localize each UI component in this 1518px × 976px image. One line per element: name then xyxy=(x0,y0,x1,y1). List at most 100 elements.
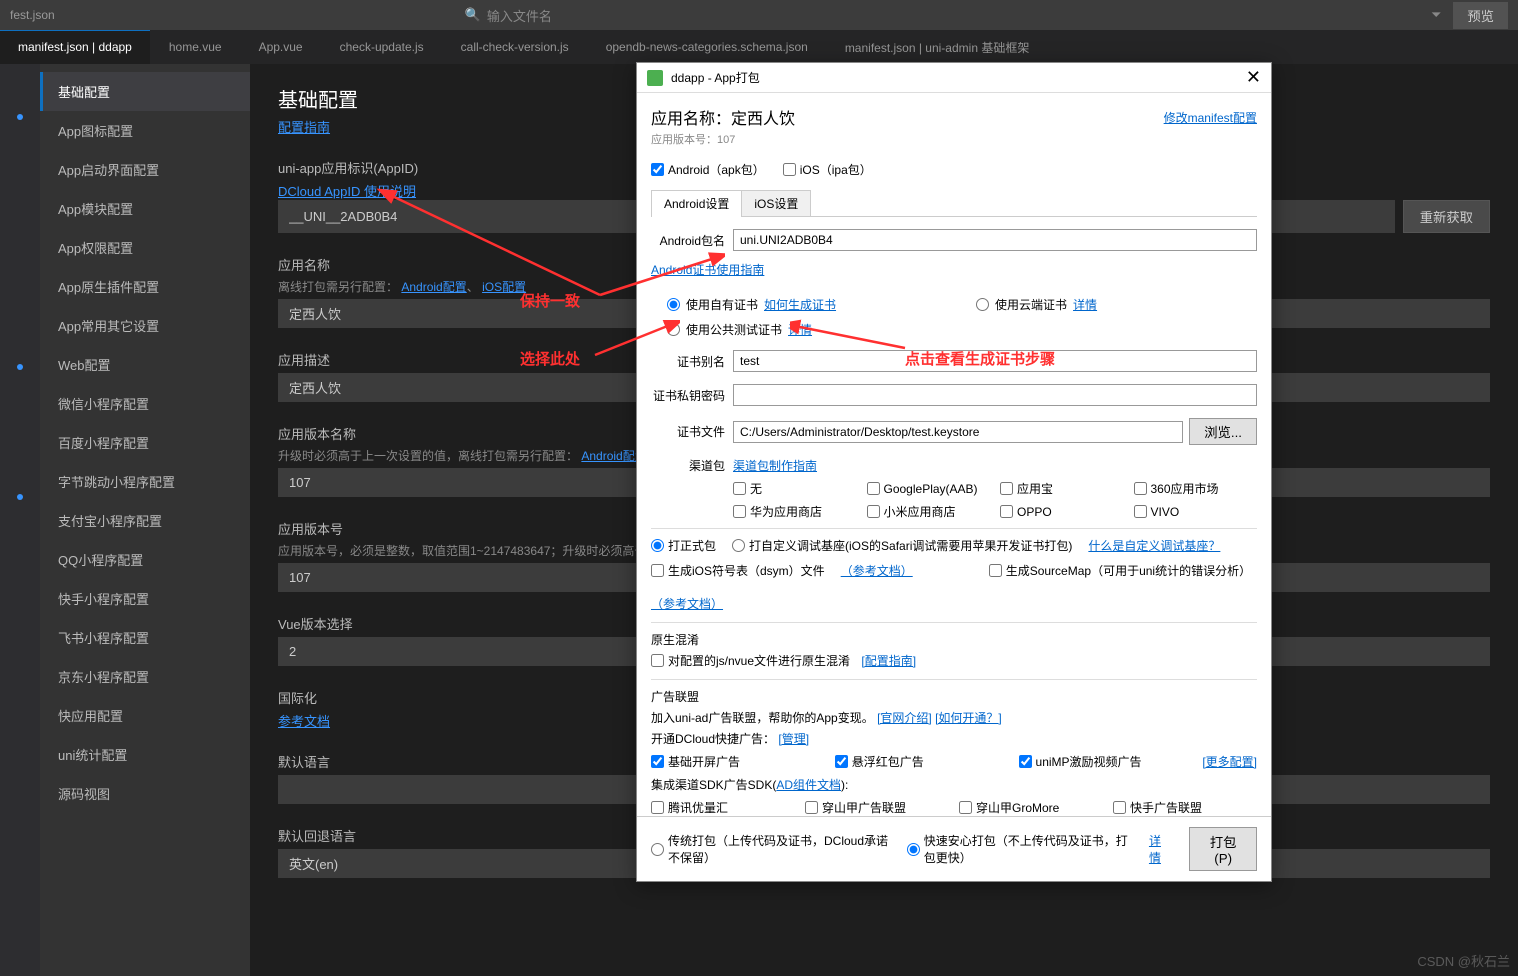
sdk-gromore[interactable]: 穿山甲GroMore xyxy=(959,799,1103,816)
dialog-titlebar: ddapp - App打包 ✕ xyxy=(637,63,1271,93)
sidebar-bytedance-mp[interactable]: 字节跳动小程序配置 xyxy=(40,462,250,501)
cert-guide-link[interactable]: Android证书使用指南 xyxy=(651,263,764,277)
tab-manifest-ddapp[interactable]: manifest.json | ddapp xyxy=(0,30,151,64)
tab-ios-settings[interactable]: iOS设置 xyxy=(741,190,811,216)
ch-360[interactable]: 360应用市场 xyxy=(1134,480,1258,497)
ad-manage-link[interactable]: [管理] xyxy=(778,732,809,746)
sidebar-app-permission[interactable]: App权限配置 xyxy=(40,228,250,267)
ch-xiaomi[interactable]: 小米应用商店 xyxy=(867,503,991,520)
native-obf-title: 原生混淆 xyxy=(651,631,1257,648)
sdk-tencent[interactable]: 腾讯优量汇 xyxy=(651,799,795,816)
i18n-ref-link[interactable]: 参考文档 xyxy=(278,714,330,729)
ch-none[interactable]: 无 xyxy=(733,480,857,497)
certfile-label: 证书文件 xyxy=(651,423,733,440)
ad-unimp-checkbox[interactable]: uniMP激励视频广告 xyxy=(1019,753,1193,770)
ch-huawei[interactable]: 华为应用商店 xyxy=(733,503,857,520)
ad-splash-checkbox[interactable]: 基础开屏广告 xyxy=(651,753,825,770)
gutter-dot xyxy=(17,494,23,500)
custom-base-radio[interactable]: 打自定义调试基座(iOS的Safari调试需要用苹果开发证书打包) xyxy=(732,537,1072,554)
tab-app-vue[interactable]: App.vue xyxy=(241,30,322,64)
channel-guide-link[interactable]: 渠道包制作指南 xyxy=(733,457,817,474)
ios-config-link[interactable]: iOS配置 xyxy=(482,280,526,294)
search-placeholder: 输入文件名 xyxy=(487,6,552,25)
manifest-link[interactable]: 修改manifest配置 xyxy=(1164,109,1257,126)
ad-dcloud-row: 开通DCloud快捷广告： [管理] xyxy=(651,730,1257,747)
ch-oppo[interactable]: OPPO xyxy=(1000,503,1124,520)
sidebar-qq-mp[interactable]: QQ小程序配置 xyxy=(40,540,250,579)
close-icon[interactable]: ✕ xyxy=(1246,67,1261,88)
sidebar-native-plugin[interactable]: App原生插件配置 xyxy=(40,267,250,306)
ch-vivo[interactable]: VIVO xyxy=(1134,503,1258,520)
sidebar-alipay-mp[interactable]: 支付宝小程序配置 xyxy=(40,501,250,540)
sdk-kuaishou[interactable]: 快手广告联盟 xyxy=(1113,799,1257,816)
gen-dsym-checkbox[interactable]: 生成iOS符号表（dsym）文件 xyxy=(651,562,825,579)
filter-icon[interactable]: ⏷ xyxy=(1431,7,1441,23)
how-gen-cert-link[interactable]: 如何生成证书 xyxy=(764,296,836,313)
sidebar-kuaishou-mp[interactable]: 快手小程序配置 xyxy=(40,579,250,618)
ch-googleplay[interactable]: GooglePlay(AAB) xyxy=(867,480,991,497)
pack-button[interactable]: 打包(P) xyxy=(1189,827,1257,871)
cloud-cert-detail-link[interactable]: 详情 xyxy=(1073,296,1097,313)
more-config-link[interactable]: [更多配置] xyxy=(1202,753,1257,770)
app-pack-dialog: ddapp - App打包 ✕ 应用名称：定西人饮 修改manifest配置 应… xyxy=(636,62,1272,882)
tab-check-version[interactable]: call-check-version.js xyxy=(443,30,588,64)
sidebar-app-launch[interactable]: App启动界面配置 xyxy=(40,150,250,189)
preview-button[interactable]: 预览 xyxy=(1453,2,1508,29)
alias-label: 证书别名 xyxy=(651,353,733,370)
sidebar-app-icon[interactable]: App图标配置 xyxy=(40,111,250,150)
refresh-appid-button[interactable]: 重新获取 xyxy=(1403,200,1490,233)
tab-check-update[interactable]: check-update.js xyxy=(322,30,443,64)
sdk-csj[interactable]: 穿山甲广告联盟 xyxy=(805,799,949,816)
sidebar-jd-mp[interactable]: 京东小程序配置 xyxy=(40,657,250,696)
ad-intro-link[interactable]: [官网介绍] xyxy=(877,711,932,725)
config-guide-link[interactable]: 配置指南 xyxy=(278,120,330,135)
public-cert-radio[interactable]: 使用公共测试证书 详情 xyxy=(667,321,836,338)
search-area[interactable]: 🔍 输入文件名 xyxy=(465,6,552,25)
sidebar-app-module[interactable]: App模块配置 xyxy=(40,189,250,228)
ad-how-link[interactable]: [如何开通？] xyxy=(935,711,1002,725)
sidebar-baidu-mp[interactable]: 百度小程序配置 xyxy=(40,423,250,462)
dsym-ref-link[interactable]: （参考文档） xyxy=(841,562,913,579)
ios-ipa-checkbox[interactable]: iOS（ipa包） xyxy=(783,161,872,178)
certfile-input[interactable] xyxy=(733,421,1183,443)
obf-checkbox[interactable]: 对配置的js/nvue文件进行原生混淆 [配置指南] xyxy=(651,652,1257,669)
sourcemap-ref-link[interactable]: （参考文档） xyxy=(651,595,723,612)
tab-android-settings[interactable]: Android设置 xyxy=(651,190,742,216)
own-cert-radio[interactable]: 使用自有证书 如何生成证书 xyxy=(667,296,836,313)
appid-help-link[interactable]: DCloud AppID 使用说明 xyxy=(278,184,416,199)
android-apk-checkbox[interactable]: Android（apk包） xyxy=(651,161,765,178)
tab-manifest-admin[interactable]: manifest.json | uni-admin 基础框架 xyxy=(827,30,1049,64)
sidebar-wechat-mp[interactable]: 微信小程序配置 xyxy=(40,384,250,423)
sidebar-basic-config[interactable]: 基础配置 xyxy=(40,72,250,111)
sidebar-web[interactable]: Web配置 xyxy=(40,345,250,384)
formal-pack-radio[interactable]: 打正式包 xyxy=(651,537,716,554)
config-sidebar: 基础配置 App图标配置 App启动界面配置 App模块配置 App权限配置 A… xyxy=(40,64,250,976)
gen-sourcemap-checkbox[interactable]: 生成SourceMap（可用于uni统计的错误分析） xyxy=(989,562,1251,579)
alias-input[interactable] xyxy=(733,350,1257,372)
tab-home-vue[interactable]: home.vue xyxy=(151,30,241,64)
browse-button[interactable]: 浏览... xyxy=(1189,418,1257,445)
tab-opendb-schema[interactable]: opendb-news-categories.schema.json xyxy=(588,30,827,64)
sidebar-quickapp[interactable]: 快应用配置 xyxy=(40,696,250,735)
pkg-label: Android包名 xyxy=(651,232,733,249)
cloud-cert-radio[interactable]: 使用云端证书 详情 xyxy=(976,296,1097,313)
dlg-appname: 应用名称：定西人饮 xyxy=(651,105,795,129)
sidebar-uni-stat[interactable]: uni统计配置 xyxy=(40,735,250,774)
pkg-input[interactable] xyxy=(733,229,1257,251)
sidebar-feishu-mp[interactable]: 飞书小程序配置 xyxy=(40,618,250,657)
obf-guide-link[interactable]: [配置指南] xyxy=(861,652,916,669)
sidebar-app-other[interactable]: App常用其它设置 xyxy=(40,306,250,345)
custom-base-help-link[interactable]: 什么是自定义调试基座？ xyxy=(1088,537,1220,554)
fast-pack-radio[interactable]: 快速安心打包（不上传代码及证书，打包更快） xyxy=(907,832,1135,866)
public-cert-detail-link[interactable]: 详情 xyxy=(788,321,812,338)
traditional-pack-radio[interactable]: 传统打包（上传代码及证书，DCloud承诺不保留） xyxy=(651,832,893,866)
ch-yingyongbao[interactable]: 应用宝 xyxy=(1000,480,1124,497)
android-config-link[interactable]: Android配置 xyxy=(401,280,466,294)
channel-label: 渠道包 xyxy=(651,457,733,474)
ad-component-doc-link[interactable]: AD组件文档 xyxy=(776,778,841,792)
pack-detail-link[interactable]: 详情 xyxy=(1149,832,1169,866)
sdk-desc: 集成渠道SDK广告SDK(AD组件文档): xyxy=(651,776,1257,793)
cert-pwd-input[interactable] xyxy=(733,384,1257,406)
sidebar-source-view[interactable]: 源码视图 xyxy=(40,774,250,813)
ad-redpack-checkbox[interactable]: 悬浮红包广告 xyxy=(835,753,1009,770)
